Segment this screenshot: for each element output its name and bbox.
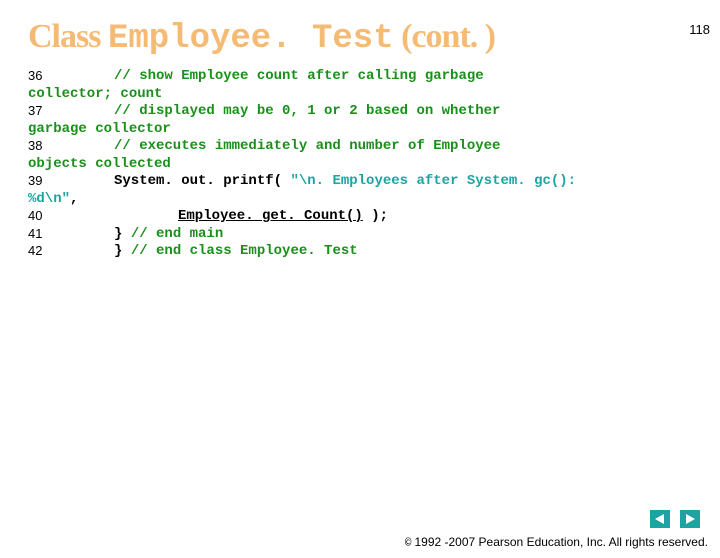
footer: ©1992 -2007 Pearson Education, Inc. All … [405, 535, 708, 550]
code-stmt: } [114, 243, 131, 259]
code-wrap-39: %d\n", [28, 191, 700, 209]
code-line-37: 37// displayed may be 0, 1 or 2 based on… [28, 103, 700, 121]
code-line-36: 36// show Employee count after calling g… [28, 68, 700, 86]
next-button[interactable] [680, 510, 700, 528]
line-number: 40 [28, 208, 178, 224]
code-string: "\n. Employees after System. gc(): [290, 173, 576, 189]
code-comment: // show Employee count after calling gar… [114, 68, 484, 84]
line-number: 39 [28, 173, 114, 189]
code-wrap-38: objects collected [28, 156, 700, 174]
code-string-wrap: %d\n" [28, 191, 70, 207]
title-suffix: (cont. ) [394, 18, 495, 55]
code-line-40: 40Employee. get. Count() ); [28, 208, 700, 226]
code-line-41: 41} // end main [28, 226, 700, 244]
line-number: 36 [28, 68, 114, 84]
page-number: 118 [689, 22, 710, 37]
line-number: 38 [28, 138, 114, 154]
code-block: 36// show Employee count after calling g… [28, 68, 700, 261]
title-mono: Employee. Test [108, 20, 394, 58]
code-wrap-37: garbage collector [28, 121, 700, 139]
slide-title: Class Employee. Test (cont. ) [28, 18, 720, 58]
code-comment: // end class Employee. Test [131, 243, 358, 259]
code-comment: // executes immediately and number of Em… [114, 138, 500, 154]
code-stmt: } [114, 226, 131, 242]
code-line-38: 38// executes immediately and number of … [28, 138, 700, 156]
code-comment: // displayed may be 0, 1 or 2 based on w… [114, 103, 500, 119]
title-prefix: Class [28, 18, 108, 55]
code-line-39: 39System. out. printf( "\n. Employees af… [28, 173, 700, 191]
code-line-42: 42} // end class Employee. Test [28, 243, 700, 261]
line-number: 41 [28, 226, 114, 242]
code-call: Employee. get. Count() [178, 208, 363, 224]
code-comma: , [70, 191, 78, 207]
prev-button[interactable] [650, 510, 670, 528]
code-stmt: System. out. printf( [114, 173, 290, 189]
line-number: 42 [28, 243, 114, 259]
footer-text: 1992 -2007 Pearson Education, Inc. All r… [414, 535, 708, 549]
line-number: 37 [28, 103, 114, 119]
nav-buttons [650, 510, 700, 528]
code-comment: // end main [131, 226, 223, 242]
triangle-right-icon [684, 513, 696, 525]
code-end: ); [363, 208, 388, 224]
code-wrap-36: collector; count [28, 86, 700, 104]
triangle-left-icon [654, 513, 666, 525]
